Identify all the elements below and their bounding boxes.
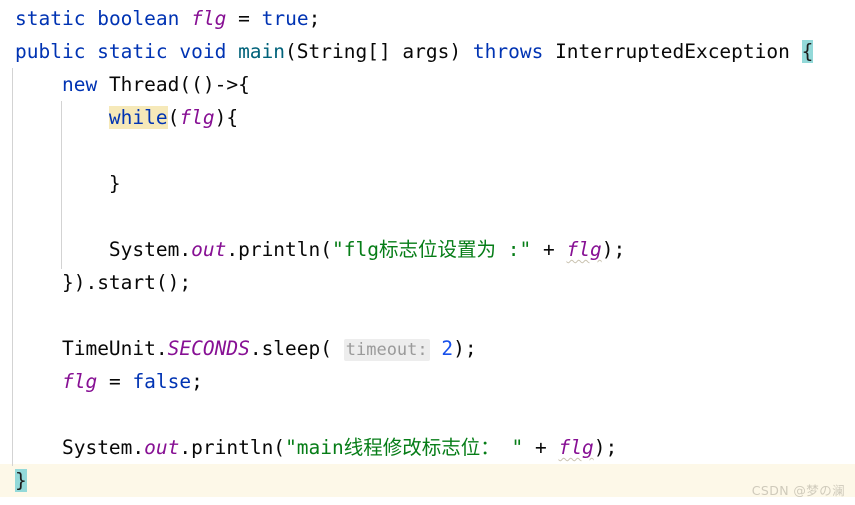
code-line[interactable]: System.out.println("main线程修改标志位： " + flg… (0, 431, 855, 464)
code-line[interactable] (0, 134, 855, 167)
code-token: ; (191, 370, 203, 393)
code-line[interactable] (0, 299, 855, 332)
code-line[interactable]: System.out.println("flg标志位设置为 :" + flg); (0, 233, 855, 266)
code-token: flg (179, 106, 215, 129)
code-token: public static void (15, 40, 239, 63)
code-line[interactable]: new Thread(()->{ (0, 68, 855, 101)
code-token: .sleep( (249, 337, 344, 360)
code-token: ; (308, 7, 321, 30)
code-token: ); (593, 436, 618, 459)
code-token: ( (167, 106, 180, 129)
code-token: + (523, 436, 559, 459)
code-token: TimeUnit. (61, 337, 168, 360)
code-token: ); (601, 238, 626, 261)
code-token: boolean (97, 7, 180, 30)
code-token: flg (558, 436, 594, 459)
code-token: ){ (214, 106, 239, 129)
code-line[interactable]: while(flg){ (0, 101, 855, 134)
code-token: throws (472, 40, 544, 63)
code-token: timeout: (343, 339, 430, 361)
code-token: flg (191, 7, 227, 30)
code-token: ); (453, 337, 477, 360)
code-token: out (191, 238, 227, 261)
code-line[interactable]: static boolean flg = true; (0, 2, 855, 35)
code-token: }).start(); (61, 271, 192, 294)
code-token: = (226, 7, 262, 30)
code-token: InterruptedException (543, 40, 802, 63)
code-token: new (61, 73, 98, 96)
code-line[interactable]: } (0, 167, 855, 200)
code-token: .println( (179, 436, 286, 459)
code-token: } (108, 172, 121, 195)
code-token: } (15, 469, 27, 492)
code-line[interactable]: }).start(); (0, 266, 855, 299)
code-token: + (531, 238, 567, 261)
watermark-text: CSDN @梦の澜 (751, 483, 845, 498)
code-line[interactable]: TimeUnit.SECONDS.sleep( timeout: 2); (0, 332, 855, 365)
code-line[interactable]: public static void main(String[] args) t… (0, 35, 855, 68)
code-token: System. (61, 436, 145, 459)
code-token: (String[] args) (285, 40, 473, 63)
code-token: .println( (226, 238, 333, 261)
code-editor[interactable]: static boolean flg = true; public static … (0, 0, 855, 505)
code-token: System. (108, 238, 192, 261)
code-token: { (801, 40, 814, 63)
code-line[interactable]: } (0, 464, 855, 497)
code-token: "main线程修改标志位： " (285, 436, 524, 459)
code-token: flg (61, 370, 98, 393)
code-token: out (144, 436, 180, 459)
code-token: static (15, 7, 86, 30)
code-line[interactable]: flg = false; (0, 365, 855, 398)
code-token: main (238, 40, 286, 63)
code-line[interactable] (0, 398, 855, 431)
code-token: true (261, 7, 309, 30)
code-token: false (132, 370, 192, 393)
code-token: = (97, 370, 133, 393)
code-line[interactable] (0, 200, 855, 233)
code-token: SECONDS (167, 337, 250, 360)
code-token: 2 (441, 337, 454, 360)
code-token: flg (566, 238, 602, 261)
code-token: "flg标志位设置为 :" (332, 238, 532, 261)
code-token: Thread(()->{ (97, 73, 250, 96)
code-token: while (108, 106, 168, 129)
